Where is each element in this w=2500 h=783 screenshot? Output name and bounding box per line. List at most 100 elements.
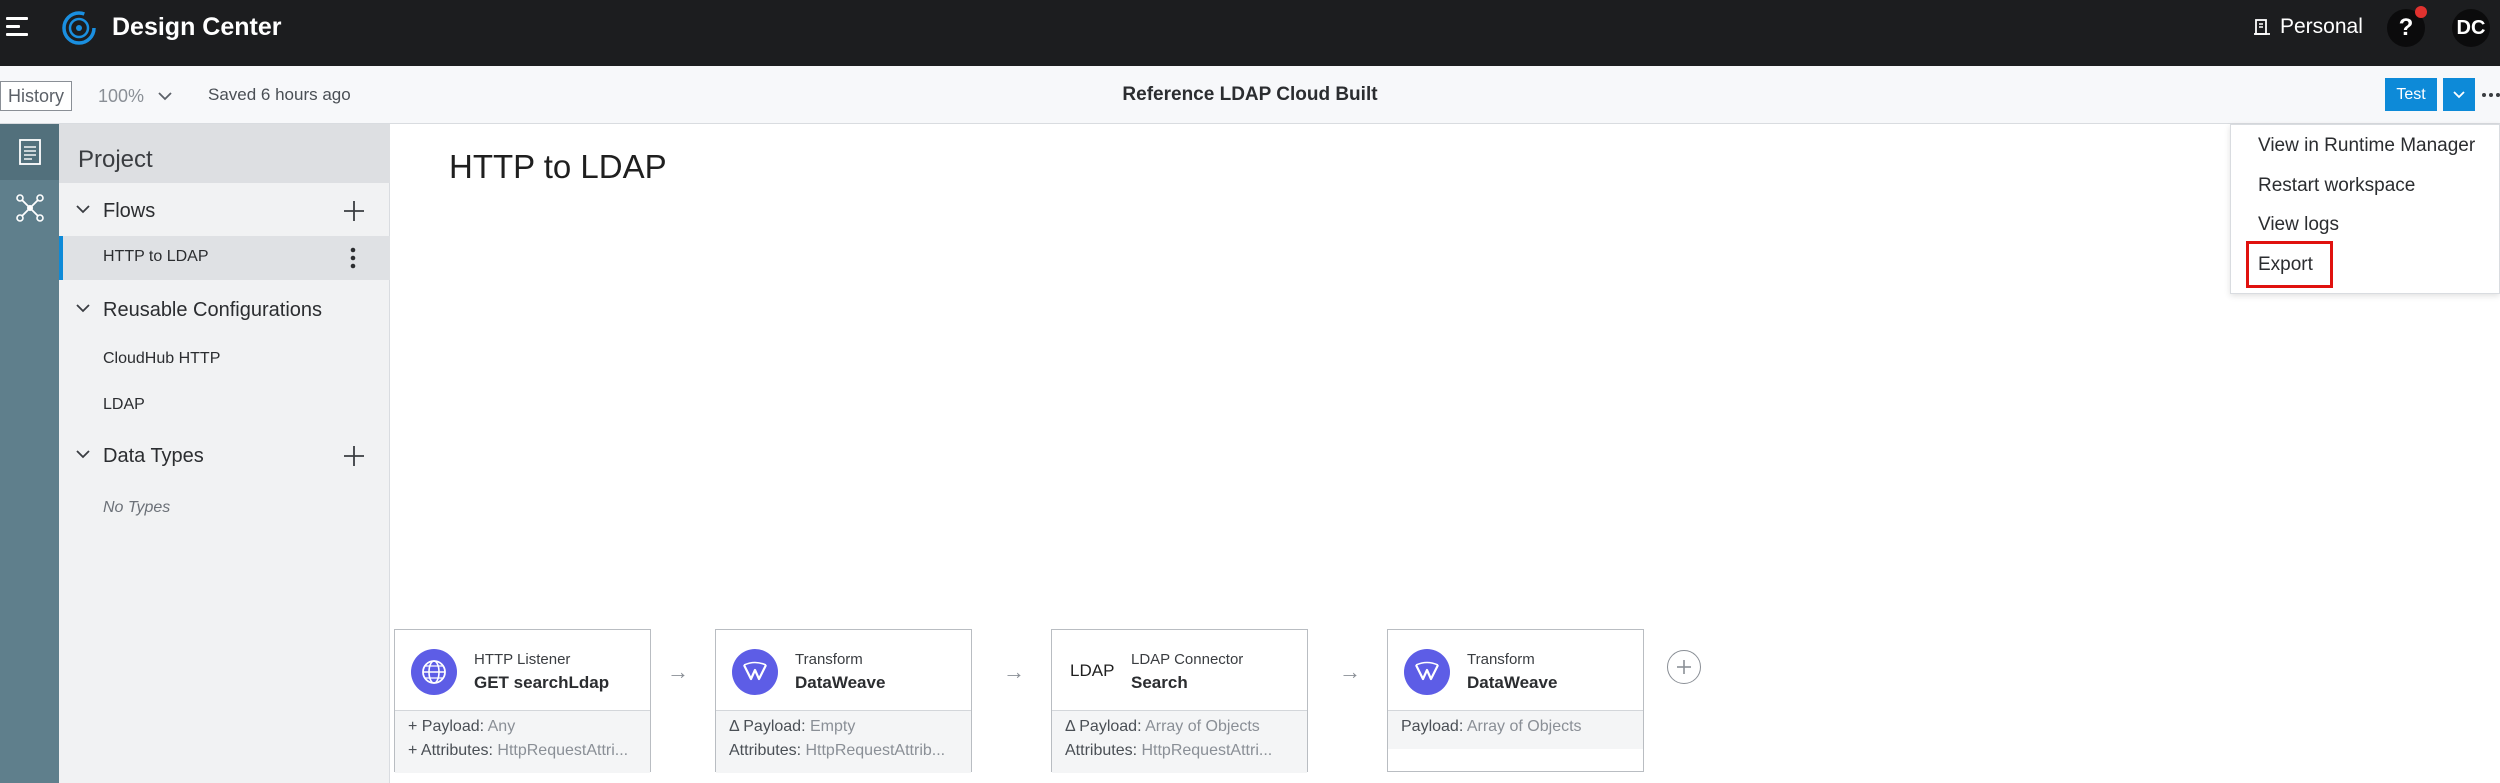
zoom-select[interactable]: 100% bbox=[98, 81, 172, 111]
add-data-type-icon[interactable] bbox=[342, 444, 366, 468]
row-prefix: + bbox=[408, 742, 421, 759]
rail-flow-tab[interactable] bbox=[0, 180, 59, 236]
row-key: Payload: bbox=[1079, 718, 1142, 735]
menu-item-view-logs[interactable]: View logs bbox=[2258, 214, 2339, 236]
panel-header: Project bbox=[59, 124, 390, 183]
step-kind: HTTP Listener bbox=[474, 651, 571, 668]
zoom-value: 100% bbox=[98, 85, 145, 106]
step-icon-circle bbox=[411, 649, 457, 695]
metadata-row: + Attributes: HttpRequestAttri... bbox=[408, 742, 644, 760]
row-value: Empty bbox=[809, 718, 856, 735]
flow-arrow-icon: → bbox=[667, 659, 689, 684]
row-prefix: Δ bbox=[1065, 718, 1080, 735]
row-value: Any bbox=[487, 718, 516, 735]
dataweave-icon bbox=[1415, 661, 1439, 681]
flow-canvas-title: HTTP to LDAP bbox=[449, 148, 667, 185]
workspace-selector[interactable]: Personal bbox=[2254, 11, 2363, 43]
flow-step-card[interactable]: LDAP LDAP Connector Search Δ Payload: Ar… bbox=[1051, 629, 1308, 773]
section-data-types[interactable]: Data Types bbox=[59, 437, 390, 477]
saved-status: Saved 6 hours ago bbox=[208, 85, 351, 104]
flow-arrow-icon: → bbox=[1339, 659, 1361, 684]
step-metadata: Payload: Array of Objects bbox=[1388, 711, 1643, 749]
more-dots-icon bbox=[2482, 93, 2500, 97]
menu-item-view-in-runtime-manager[interactable]: View in Runtime Manager bbox=[2258, 135, 2475, 157]
hamburger-menu-icon[interactable] bbox=[6, 14, 32, 38]
step-icon-circle bbox=[732, 649, 778, 695]
chevron-down-icon bbox=[2453, 90, 2465, 98]
document-icon bbox=[18, 139, 41, 165]
metadata-row: + Payload: Any bbox=[408, 718, 644, 736]
chevron-down-icon bbox=[76, 450, 90, 459]
configuration-item-label: CloudHub HTTP bbox=[103, 350, 221, 367]
kebab-menu-icon[interactable] bbox=[344, 244, 362, 272]
section-reusable-configurations[interactable]: Reusable Configurations bbox=[59, 291, 390, 331]
app-title: Design Center bbox=[112, 13, 282, 41]
history-button[interactable]: History bbox=[0, 81, 72, 111]
step-kind: LDAP Connector bbox=[1131, 651, 1244, 668]
row-value: HttpRequestAttri... bbox=[1141, 742, 1273, 759]
editor-toolbar: History 100% Saved 6 hours ago Reference… bbox=[0, 66, 2500, 124]
dataweave-icon bbox=[743, 661, 767, 681]
project-panel: Project Flows HTTP to LDAP Reusable Conf… bbox=[59, 124, 390, 783]
step-icon-circle bbox=[1404, 649, 1450, 695]
business-group-icon bbox=[2254, 19, 2270, 35]
row-prefix: + bbox=[408, 718, 422, 735]
flow-item[interactable]: HTTP to LDAP bbox=[59, 236, 390, 280]
test-options-button[interactable] bbox=[2443, 78, 2475, 111]
no-types-placeholder: No Types bbox=[103, 499, 171, 516]
row-key: Payload: bbox=[421, 718, 485, 735]
step-kind: Transform bbox=[1467, 651, 1535, 668]
section-flows[interactable]: Flows bbox=[59, 192, 390, 232]
test-button[interactable]: Test bbox=[2385, 78, 2437, 111]
step-name: DataWeave bbox=[1467, 673, 1558, 692]
step-header: HTTP Listener GET searchLdap bbox=[395, 630, 650, 711]
step-header: Transform DataWeave bbox=[716, 630, 971, 711]
row-key: Attributes: bbox=[729, 742, 802, 759]
row-value: Array of Objects bbox=[1145, 718, 1260, 735]
configuration-item[interactable]: CloudHub HTTP bbox=[59, 338, 390, 382]
step-metadata: Δ Payload: Array of Objects Attributes: … bbox=[1052, 711, 1307, 773]
project-title: Reference LDAP Cloud Built bbox=[1122, 84, 1378, 105]
chevron-down-icon bbox=[76, 304, 90, 313]
add-flow-icon[interactable] bbox=[342, 199, 366, 223]
network-icon bbox=[15, 194, 44, 222]
step-name: GET searchLdap bbox=[474, 673, 610, 692]
row-key: Payload: bbox=[1401, 718, 1464, 735]
chevron-down-icon bbox=[158, 92, 172, 101]
step-kind: Transform bbox=[795, 651, 863, 668]
add-step-button[interactable] bbox=[1667, 650, 1701, 684]
top-navigation-bar: Design Center Personal ? DC bbox=[0, 0, 2500, 66]
section-label: Data Types bbox=[103, 445, 204, 467]
flow-step-card[interactable]: HTTP Listener GET searchLdap + Payload: … bbox=[394, 629, 651, 773]
menu-item-restart-workspace[interactable]: Restart workspace bbox=[2258, 175, 2415, 197]
plus-icon bbox=[1677, 660, 1691, 674]
row-value: HttpRequestAttrib... bbox=[805, 742, 946, 759]
metadata-row: Δ Payload: Empty bbox=[729, 718, 965, 736]
globe-icon bbox=[422, 660, 446, 684]
flow-step-card[interactable]: Transform DataWeave Δ Payload: Empty Att… bbox=[715, 629, 972, 773]
configuration-item-label: LDAP bbox=[103, 396, 145, 413]
step-name: DataWeave bbox=[795, 673, 886, 692]
notification-badge bbox=[2415, 6, 2427, 18]
left-rail bbox=[0, 124, 59, 783]
section-label: Flows bbox=[103, 200, 156, 222]
step-metadata: Δ Payload: Empty Attributes: HttpRequest… bbox=[716, 711, 971, 773]
flow-item-label: HTTP to LDAP bbox=[103, 248, 209, 265]
row-value: Array of Objects bbox=[1466, 718, 1582, 735]
mulesoft-logo-icon bbox=[62, 11, 96, 45]
step-header: LDAP LDAP Connector Search bbox=[1052, 630, 1307, 711]
flow-step-card[interactable]: Transform DataWeave Payload: Array of Ob… bbox=[1387, 629, 1644, 772]
user-avatar[interactable]: DC bbox=[2452, 9, 2490, 47]
step-header: Transform DataWeave bbox=[1388, 630, 1643, 711]
row-prefix: Δ bbox=[729, 718, 744, 735]
step-metadata: + Payload: Any + Attributes: HttpRequest… bbox=[395, 711, 650, 773]
flow-arrow-icon: → bbox=[1003, 659, 1025, 684]
metadata-row: Payload: Array of Objects bbox=[1401, 718, 1637, 736]
metadata-row: Attributes: HttpRequestAttrib... bbox=[729, 742, 965, 760]
ldap-text-icon: LDAP bbox=[1070, 661, 1115, 680]
rail-project-tab[interactable] bbox=[0, 124, 59, 180]
more-options-button[interactable] bbox=[2481, 83, 2500, 107]
export-highlight-box bbox=[2246, 241, 2333, 288]
configuration-item[interactable]: LDAP bbox=[59, 384, 390, 428]
row-key: Attributes: bbox=[420, 742, 493, 759]
